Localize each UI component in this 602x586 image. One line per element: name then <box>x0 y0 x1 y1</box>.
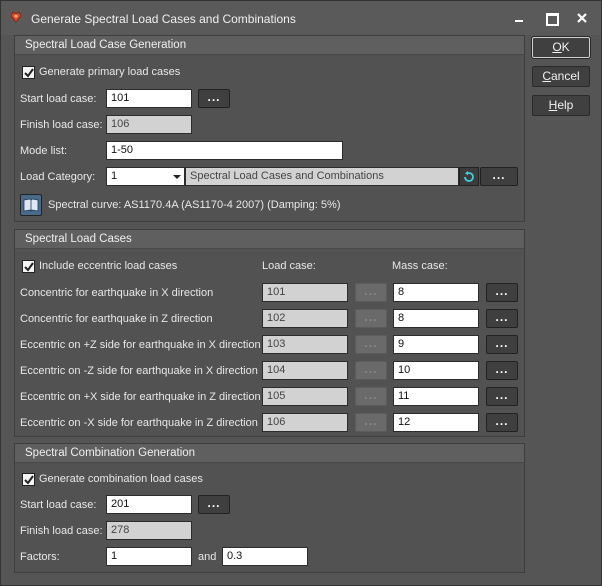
mass-case-input[interactable]: 10 <box>393 361 479 380</box>
load-case-ellipsis-button: ... <box>355 361 387 380</box>
mass-case-ellipsis-button[interactable]: ... <box>486 309 518 328</box>
help-button[interactable]: Help <box>532 95 590 116</box>
refresh-button[interactable] <box>459 167 479 186</box>
load-case-ellipsis-button: ... <box>355 413 387 432</box>
group-header: Spectral Load Cases <box>15 230 524 249</box>
load-case-field: 105 <box>262 387 348 406</box>
combination-finish-label: Finish load case: <box>20 525 103 537</box>
generate-combination-label: Generate combination load cases <box>39 473 203 485</box>
start-load-case-input[interactable]: 101 <box>106 89 192 108</box>
combination-start-ellipsis-button[interactable]: ... <box>198 495 230 514</box>
window-title: Generate Spectral Load Cases and Combina… <box>31 12 296 26</box>
mass-case-ellipsis-button[interactable]: ... <box>486 335 518 354</box>
load-case-field: 104 <box>262 361 348 380</box>
case-row-label: Eccentric on -Z side for earthquake in X… <box>20 365 258 377</box>
case-row-label: Concentric for earthquake in Z direction <box>20 313 213 325</box>
cancel-button[interactable]: Cancel <box>532 66 590 87</box>
load-category-value: 1 <box>111 170 118 182</box>
load-case-field: 101 <box>262 283 348 302</box>
book-icon <box>23 198 39 212</box>
combination-start-label: Start load case: <box>20 499 97 511</box>
ok-button[interactable]: OK <box>531 36 591 59</box>
load-case-column-header: Load case: <box>262 260 316 272</box>
generate-primary-checkbox[interactable] <box>22 66 35 79</box>
maximize-icon[interactable] <box>541 9 561 27</box>
factor-1-input[interactable]: 1 <box>106 547 192 566</box>
close-icon[interactable] <box>572 9 592 27</box>
mass-case-ellipsis-button[interactable]: ... <box>486 361 518 380</box>
mass-case-input[interactable]: 8 <box>393 309 479 328</box>
spectral-curve-button[interactable] <box>20 194 42 216</box>
load-case-field: 103 <box>262 335 348 354</box>
load-category-ellipsis-button[interactable]: ... <box>480 167 518 186</box>
finish-load-case-field: 106 <box>106 115 192 134</box>
case-row-label: Eccentric on +X side for earthquake in Z… <box>20 391 261 403</box>
and-label: and <box>198 551 217 563</box>
generate-primary-label: Generate primary load cases <box>39 66 181 78</box>
factors-label: Factors: <box>20 551 60 563</box>
start-load-case-label: Start load case: <box>20 93 97 105</box>
load-case-field: 102 <box>262 309 348 328</box>
include-eccentric-label: Include eccentric load cases <box>39 260 178 272</box>
mass-case-ellipsis-button[interactable]: ... <box>486 413 518 432</box>
undo-arrow-icon <box>464 171 474 182</box>
combination-start-input[interactable]: 201 <box>106 495 192 514</box>
factor-2-input[interactable]: 0.3 <box>222 547 308 566</box>
generate-combination-checkbox[interactable] <box>22 473 35 486</box>
load-case-ellipsis-button: ... <box>355 309 387 328</box>
case-row-label: Eccentric on -X side for earthquake in Z… <box>20 417 258 429</box>
minimize-icon[interactable] <box>509 9 529 27</box>
group-header: Spectral Load Case Generation <box>15 36 524 55</box>
dialog-window: Generate Spectral Load Cases and Combina… <box>0 0 602 586</box>
case-row-label: Concentric for earthquake in X direction <box>20 287 214 299</box>
load-case-ellipsis-button: ... <box>355 335 387 354</box>
title-bar[interactable]: Generate Spectral Load Cases and Combina… <box>1 1 601 35</box>
mode-list-label: Mode list: <box>20 145 68 157</box>
combination-finish-field: 278 <box>106 521 192 540</box>
load-case-ellipsis-button: ... <box>355 283 387 302</box>
spectral-combination-generation-group: Spectral Combination Generation Generate… <box>14 443 525 573</box>
mode-list-input[interactable]: 1-50 <box>106 141 343 160</box>
spectral-curve-text: Spectral curve: AS1170.4A (AS1170-4 2007… <box>48 199 341 211</box>
mass-case-input[interactable]: 12 <box>393 413 479 432</box>
include-eccentric-checkbox[interactable] <box>22 260 35 273</box>
spectral-load-case-generation-group: Spectral Load Case Generation Generate p… <box>14 35 525 222</box>
load-case-ellipsis-button: ... <box>355 387 387 406</box>
app-icon <box>10 11 22 23</box>
load-category-name-field: Spectral Load Cases and Combinations <box>185 167 459 186</box>
group-header: Spectral Combination Generation <box>15 444 524 463</box>
mass-case-input[interactable]: 9 <box>393 335 479 354</box>
start-load-case-ellipsis-button[interactable]: ... <box>198 89 230 108</box>
load-category-label: Load Category: <box>20 171 96 183</box>
mass-case-input[interactable]: 8 <box>393 283 479 302</box>
mass-case-ellipsis-button[interactable]: ... <box>486 283 518 302</box>
mass-case-input[interactable]: 11 <box>393 387 479 406</box>
load-case-field: 106 <box>262 413 348 432</box>
finish-load-case-label: Finish load case: <box>20 119 103 131</box>
load-category-select[interactable]: 1 <box>106 167 185 186</box>
mass-case-ellipsis-button[interactable]: ... <box>486 387 518 406</box>
mass-case-column-header: Mass case: <box>392 260 448 272</box>
spectral-load-cases-group: Spectral Load Cases Include eccentric lo… <box>14 229 525 437</box>
chevron-down-icon <box>173 175 181 179</box>
case-row-label: Eccentric on +Z side for earthquake in X… <box>20 339 261 351</box>
